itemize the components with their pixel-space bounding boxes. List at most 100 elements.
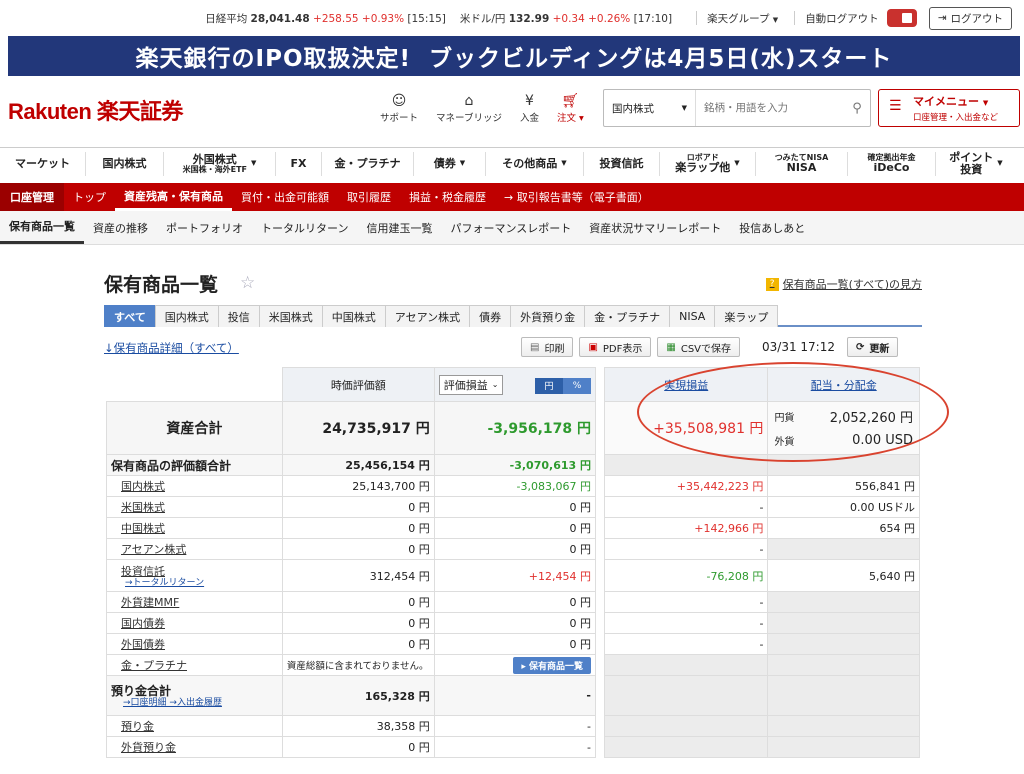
tab-bonds[interactable]: 債券 — [469, 305, 512, 327]
row-name: 外貨建MMF — [121, 596, 180, 609]
nav-market[interactable]: マーケット — [0, 152, 86, 176]
deposit-links[interactable]: →口座明細 →入出金履歴 — [111, 698, 278, 709]
search-category-select[interactable]: 国内株式 ▼ — [604, 90, 696, 126]
chevron-down-icon: ▼ — [772, 15, 779, 24]
row-label[interactable]: 国内債券 — [106, 612, 283, 634]
nav-robo-advisor[interactable]: ロボアド 楽ラップ他 ▼ — [660, 152, 756, 176]
row-label[interactable]: 国内株式 — [106, 475, 283, 497]
row-pl: 0 円 — [433, 496, 597, 518]
person-icon: ☰ — [889, 98, 902, 114]
row-label[interactable]: 米国株式 — [106, 496, 283, 518]
logout-button[interactable]: ⇥ ログアウト — [928, 6, 1012, 30]
support-icon: ☺ — [391, 93, 407, 109]
header-blank — [106, 367, 283, 402]
gold-holdings-button[interactable]: ▸ 保有商品一覧 — [513, 656, 591, 674]
nav-bonds[interactable]: 債券 ▼ — [414, 152, 486, 176]
tab-china-stock[interactable]: 中国株式 — [321, 305, 386, 327]
divider — [696, 11, 698, 25]
nav-nisa[interactable]: つみたてNISA NISA — [756, 152, 848, 176]
row-label[interactable]: 外貨建MMF — [106, 591, 283, 613]
row-label[interactable]: 金・プラチナ — [106, 654, 283, 676]
subnav-margin-positions[interactable]: 信用建玉一覧 — [357, 211, 441, 244]
realized-pl-link[interactable]: 実現損益 — [664, 379, 708, 392]
subnav-summary-report[interactable]: 資産状況サマリーレポート — [580, 211, 730, 244]
nav-foreign-stock[interactable]: 外国株式 米国株・海外ETF ▼ — [164, 152, 276, 176]
subnav-portfolio[interactable]: ポートフォリオ — [157, 211, 252, 244]
row-label[interactable]: 外国債券 — [106, 633, 283, 655]
pl-type-select[interactable]: 評価損益 ⌄ — [438, 374, 504, 395]
pdf-button[interactable]: ▣ PDF表示 — [579, 337, 652, 357]
subnav-total-return[interactable]: トータルリターン — [252, 211, 357, 244]
nav-other-products[interactable]: その他商品 ▼ — [486, 152, 584, 176]
row-realized: -76,208 円 — [603, 559, 769, 592]
row-label[interactable]: 預り金 — [106, 715, 283, 737]
row-realized: - — [603, 538, 769, 560]
csv-icon: ▦ — [666, 341, 676, 353]
subnav-performance-report[interactable]: パフォーマンスレポート — [441, 211, 580, 244]
account-nav-pl-tax[interactable]: 損益・税金履歴 — [400, 183, 495, 211]
yen-toggle[interactable]: 円 — [534, 377, 563, 394]
tab-asean-stock[interactable]: アセアン株式 — [384, 305, 471, 327]
row-label[interactable]: 中国株式 — [106, 517, 283, 539]
total-return-link[interactable]: →トータルリターン — [121, 578, 278, 589]
banner-left-text: 楽天銀行のIPO取扱決定! — [135, 46, 412, 72]
csv-label: CSVで保存 — [680, 343, 732, 355]
order-button[interactable]: 🛒︎ 注文 ▾ — [557, 92, 584, 124]
total-dividends-cell: 円貨 2,052,260 円 外貨 0.00 USD — [767, 401, 920, 455]
money-bridge-button[interactable]: ⌂ マネーブリッジ — [436, 92, 502, 124]
total-assets-value: 24,735,917 円 — [281, 401, 435, 455]
tab-fx-deposit[interactable]: 外貨預り金 — [510, 305, 586, 327]
subnav-holdings-list[interactable]: 保有商品一覧 — [0, 211, 84, 244]
holdings-detail-link[interactable]: ↓保有商品詳細（すべて） — [104, 340, 239, 356]
div-yen-value: 2,052,260 円 — [829, 410, 913, 426]
tab-rakuwrap[interactable]: 楽ラップ — [714, 305, 779, 327]
col-realized-pl[interactable]: 実現損益 — [603, 367, 769, 402]
row-label[interactable]: 投資信託 →トータルリターン — [106, 559, 283, 592]
howto-link[interactable]: ? 保有商品一覧(すべて)の見方 — [765, 276, 922, 292]
subnav-fund-footprint[interactable]: 投信あしあと — [730, 211, 814, 244]
refresh-button[interactable]: ⟳ 更新 — [847, 337, 899, 357]
my-menu-button[interactable]: ☰ マイメニュー ▼ 口座管理・入出金など — [878, 89, 1020, 127]
table-row: - — [603, 612, 920, 634]
col-dividends[interactable]: 配当・分配金 — [767, 367, 920, 402]
nav-gold[interactable]: 金・プラチナ — [322, 152, 414, 176]
dividends-link[interactable]: 配当・分配金 — [811, 379, 877, 392]
row-dividend: 654 円 — [767, 517, 920, 539]
rakuten-group-menu[interactable]: 楽天グループ ▼ — [707, 11, 778, 26]
tab-nisa[interactable]: NISA — [669, 305, 716, 327]
rakuten-logo[interactable]: Rakuten 楽天証券 — [8, 94, 183, 126]
deposit-total-value: 165,328 円 — [281, 675, 435, 716]
star-icon[interactable]: ☆ — [240, 273, 255, 293]
account-nav-holdings[interactable]: 資産残高・保有商品 — [115, 183, 232, 211]
nav-ideco[interactable]: 確定拠出年金 iDeCo — [848, 152, 936, 176]
subnav-asset-history[interactable]: 資産の推移 — [84, 211, 157, 244]
nav-fx[interactable]: FX — [276, 152, 322, 176]
tab-all[interactable]: すべて — [104, 305, 156, 327]
account-nav-buying-power[interactable]: 買付・出金可能額 — [232, 183, 338, 211]
print-button[interactable]: ▤ 印刷 — [521, 337, 574, 357]
tab-us-stock[interactable]: 米国株式 — [258, 305, 323, 327]
support-button[interactable]: ☺ サポート — [380, 92, 418, 124]
nav-domestic-stock[interactable]: 国内株式 — [86, 152, 164, 176]
tab-gold-platinum[interactable]: 金・プラチナ — [584, 305, 671, 327]
account-nav-history[interactable]: 取引履歴 — [338, 183, 400, 211]
nav-investment-trust[interactable]: 投資信託 — [584, 152, 660, 176]
usdjpy-value: 132.99 — [508, 12, 550, 25]
tab-funds[interactable]: 投信 — [217, 305, 260, 327]
ipo-banner[interactable]: 楽天銀行のIPO取扱決定! ブックビルディングは4月5日(水)スタート — [8, 36, 1020, 76]
search-icon[interactable]: ⚲ — [844, 101, 870, 116]
percent-toggle[interactable]: % — [562, 377, 591, 394]
csv-button[interactable]: ▦ CSVで保存 — [657, 337, 741, 357]
auto-logout-toggle[interactable] — [886, 9, 917, 27]
search-input[interactable] — [696, 90, 844, 126]
table-row: 中国株式 0 円 0 円 — [106, 517, 597, 539]
row-label[interactable]: 外貨預り金 — [106, 736, 283, 758]
deposit-button[interactable]: ¥ 入金 — [520, 92, 539, 124]
account-nav-reports[interactable]: → 取引報告書等（電子書面） — [495, 183, 658, 211]
nikkei-value: 28,041.48 — [250, 12, 310, 25]
account-nav-top[interactable]: トップ — [64, 183, 115, 211]
tab-domestic-stock[interactable]: 国内株式 — [154, 305, 219, 327]
pl-type-value: 評価損益 — [443, 378, 488, 392]
nav-point-investment[interactable]: ポイント投資 ▼ — [936, 151, 1016, 176]
row-label[interactable]: アセアン株式 — [106, 538, 283, 560]
